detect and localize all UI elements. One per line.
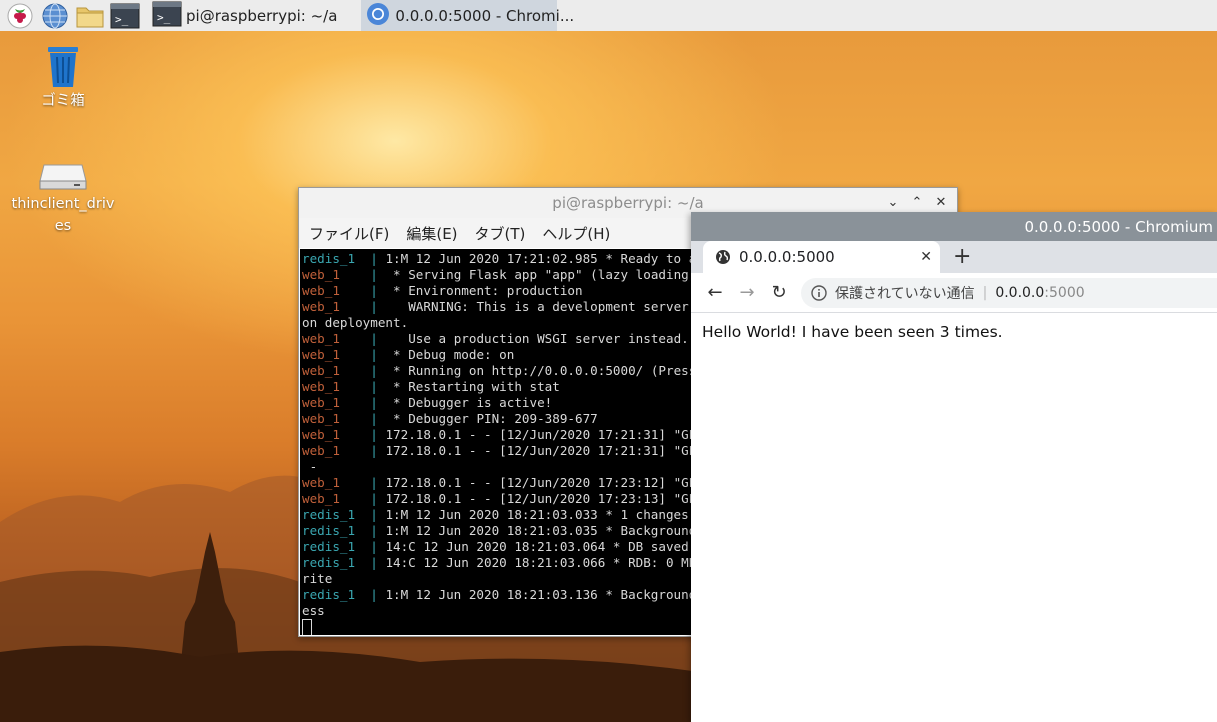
browser-tab[interactable]: 0.0.0.0:5000 ✕ [703, 241, 940, 273]
taskbar: >_ >_ pi@raspberrypi: ~/a 0.0.0.0:5000 -… [0, 0, 1217, 32]
service-name: redis_1 [302, 507, 356, 522]
chromium-window[interactable]: 0.0.0.0:5000 - Chromium 0.0.0.0:5000 ✕ +… [691, 212, 1217, 722]
line-separator: | [370, 491, 378, 506]
line-separator: | [370, 395, 378, 410]
service-name: web_1 [302, 283, 340, 298]
line-separator: | [370, 443, 378, 458]
chromium-app-icon [365, 1, 391, 31]
tab-close-icon[interactable]: ✕ [920, 249, 932, 265]
service-name: redis_1 [302, 539, 356, 554]
line-separator: | [370, 251, 378, 266]
reload-icon[interactable]: ↻ [763, 282, 795, 303]
log-text: on deployment. [302, 315, 409, 330]
terminal-launcher-icon[interactable]: >_ [109, 0, 140, 31]
line-separator: | [370, 347, 378, 362]
svg-text:>_: >_ [115, 13, 129, 26]
taskbar-task-chromium[interactable]: 0.0.0.0:5000 - Chromi... [361, 0, 574, 31]
service-name: web_1 [302, 411, 340, 426]
tab-strip: 0.0.0.0:5000 ✕ + [691, 241, 1217, 273]
tab-title: 0.0.0.0:5000 [739, 248, 835, 266]
log-text: ess [302, 603, 325, 618]
line-separator: | [370, 587, 378, 602]
maximize-icon[interactable]: ⌃ [909, 194, 925, 210]
desktop-icon-thinclient-drives[interactable]: thinclient_driv es [8, 157, 118, 237]
terminal-title: pi@raspberrypi: ~/a [552, 194, 704, 212]
log-text: * Debug mode: on [385, 347, 515, 362]
service-name: web_1 [302, 443, 340, 458]
service-name: redis_1 [302, 587, 356, 602]
close-icon[interactable]: ✕ [933, 194, 949, 210]
raspberry-menu-icon[interactable] [4, 0, 35, 31]
taskbar-task-terminal[interactable]: >_ pi@raspberrypi: ~/a [148, 0, 343, 31]
trash-icon [8, 44, 118, 90]
line-separator: | [370, 379, 378, 394]
desktop-icon-label: thinclient_driv [11, 196, 115, 212]
log-text: * Debugger PIN: 209-389-677 [385, 411, 598, 426]
line-separator: | [370, 475, 378, 490]
line-separator: | [370, 507, 378, 522]
service-name: web_1 [302, 491, 340, 506]
drive-icon [8, 157, 118, 193]
service-name: web_1 [302, 299, 340, 314]
menu-help[interactable]: ヘルプ(H) [542, 223, 610, 244]
log-text: * Debugger is active! [385, 395, 553, 410]
log-text: rite [302, 571, 333, 586]
info-icon[interactable] [811, 284, 827, 301]
log-text: * Restarting with stat [385, 379, 560, 394]
line-separator: | [370, 555, 378, 570]
log-text: * Environment: production [385, 283, 583, 298]
file-manager-icon[interactable] [74, 0, 105, 31]
desktop-icon-trash[interactable]: ゴミ箱 [8, 44, 118, 112]
web-browser-icon[interactable] [39, 0, 70, 31]
log-text: Use a production WSGI server instead. [385, 331, 689, 346]
service-name: web_1 [302, 475, 340, 490]
new-tab-icon[interactable]: + [953, 245, 971, 269]
line-separator: | [370, 523, 378, 538]
service-name: redis_1 [302, 251, 356, 266]
page-text: Hello World! I have been seen 3 times. [702, 323, 1003, 341]
service-name: web_1 [302, 331, 340, 346]
service-name: redis_1 [302, 523, 356, 538]
address-bar[interactable]: 保護されていない通信 | 0.0.0.0:5000 [801, 277, 1217, 308]
desktop-icon-label: ゴミ箱 [41, 93, 85, 109]
url-host: 0.0.0.0 [995, 284, 1045, 301]
taskbar-task-label: pi@raspberrypi: ~/a [186, 6, 338, 25]
desktop-icon-label-cont: es [54, 218, 72, 234]
svg-text:>_: >_ [157, 11, 171, 24]
taskbar-task-label: 0.0.0.0:5000 - Chromi... [395, 6, 575, 25]
service-name: web_1 [302, 395, 340, 410]
omnibox-divider: | [982, 284, 988, 301]
line-separator: | [370, 539, 378, 554]
line-separator: | [370, 283, 378, 298]
service-name: web_1 [302, 427, 340, 442]
chromium-window-title: 0.0.0.0:5000 - Chromium [1024, 217, 1213, 236]
line-separator: | [370, 363, 378, 378]
service-name: web_1 [302, 347, 340, 362]
log-text: * Serving Flask app "app" (lazy loading) [385, 267, 697, 282]
line-separator: | [370, 331, 378, 346]
browser-toolbar: ← → ↻ 保護されていない通信 | 0.0.0.0:5000 [691, 273, 1217, 313]
back-arrow-icon[interactable]: ← [699, 282, 731, 303]
line-separator: | [370, 411, 378, 426]
minimize-icon[interactable]: ⌄ [885, 194, 901, 210]
log-text: - [302, 459, 318, 474]
security-status: 保護されていない通信 [835, 285, 975, 302]
forward-arrow-icon[interactable]: → [731, 282, 763, 303]
service-name: web_1 [302, 363, 340, 378]
service-name: web_1 [302, 267, 340, 282]
line-separator: | [370, 299, 378, 314]
chromium-titlebar[interactable]: 0.0.0.0:5000 - Chromium [691, 212, 1217, 241]
page-content: Hello World! I have been seen 3 times. [691, 313, 1217, 351]
url-port: :5000 [1044, 284, 1085, 301]
service-name: redis_1 [302, 555, 356, 570]
menu-file[interactable]: ファイル(F) [309, 223, 389, 244]
terminal-app-icon: >_ [152, 1, 182, 31]
line-separator: | [370, 427, 378, 442]
globe-icon [715, 249, 731, 265]
menu-edit[interactable]: 編集(E) [406, 223, 457, 244]
menu-tab[interactable]: タブ(T) [475, 223, 526, 244]
service-name: web_1 [302, 379, 340, 394]
line-separator: | [370, 267, 378, 282]
